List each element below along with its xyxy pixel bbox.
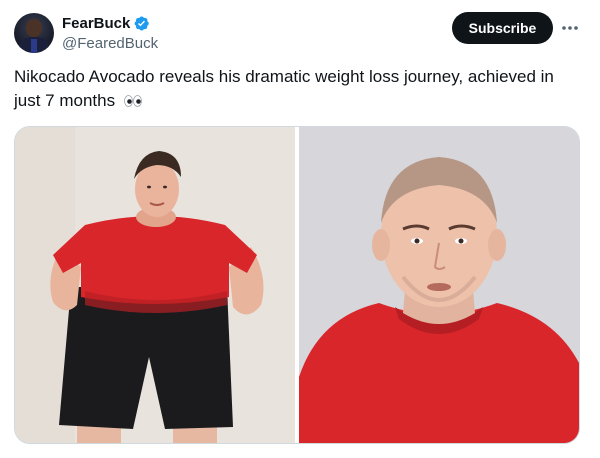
tweet-card: FearBuck @FearedBuck Subscribe Nikocado … bbox=[0, 0, 600, 458]
tweet-body: Nikocado Avocado reveals his dramatic we… bbox=[14, 67, 554, 110]
avatar-stripe bbox=[31, 39, 37, 53]
eyes-emoji-icon bbox=[123, 91, 143, 107]
subscribe-button[interactable]: Subscribe bbox=[452, 12, 553, 44]
display-name-row: FearBuck bbox=[62, 13, 158, 33]
photo-before[interactable] bbox=[15, 127, 295, 443]
avatar[interactable] bbox=[14, 13, 54, 53]
avatar-head bbox=[26, 19, 42, 37]
more-options-icon[interactable] bbox=[560, 18, 580, 38]
user-handle[interactable]: @FearedBuck bbox=[62, 35, 158, 52]
tweet-text: Nikocado Avocado reveals his dramatic we… bbox=[14, 65, 584, 113]
verified-badge-icon bbox=[133, 15, 150, 32]
photo-after[interactable] bbox=[298, 127, 579, 443]
display-name[interactable]: FearBuck bbox=[62, 15, 130, 32]
user-info: FearBuck @FearedBuck bbox=[62, 13, 158, 53]
media-divider bbox=[295, 127, 297, 443]
media-grid[interactable] bbox=[14, 126, 580, 444]
